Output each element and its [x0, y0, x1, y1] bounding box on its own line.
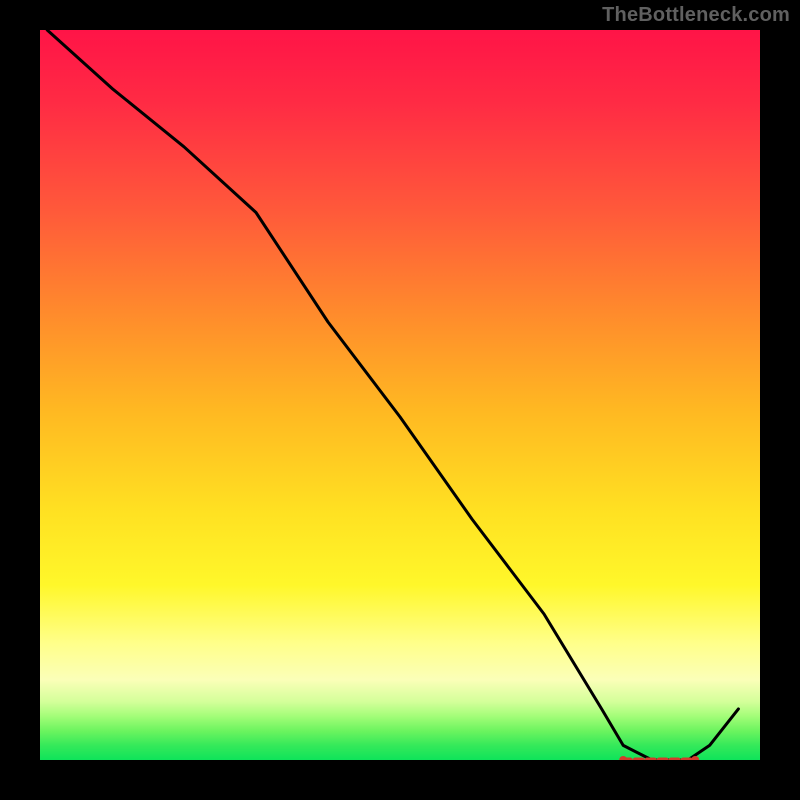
valley-end-dot: [619, 756, 627, 760]
plot-area: [40, 30, 760, 760]
valley-markers: [619, 756, 699, 760]
attribution-label: TheBottleneck.com: [602, 4, 790, 27]
chart-frame: TheBottleneck.com: [0, 0, 800, 800]
curve-layer: [40, 30, 760, 760]
main-curve: [47, 30, 738, 760]
